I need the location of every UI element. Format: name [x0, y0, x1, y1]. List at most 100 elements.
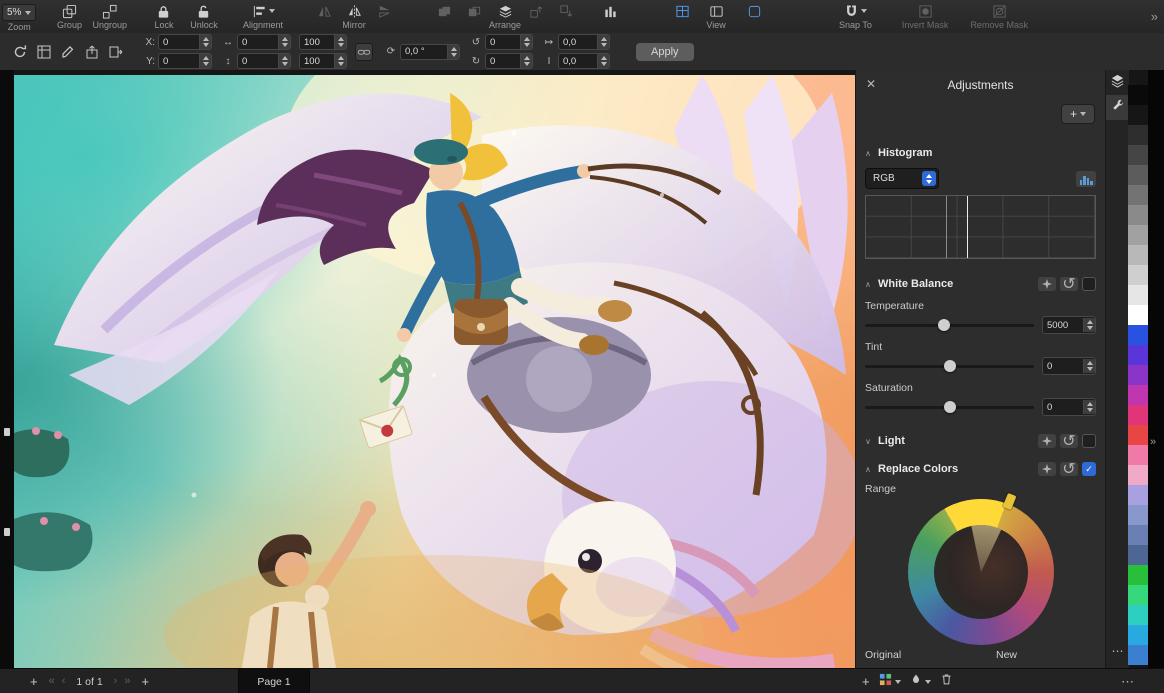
lock-button[interactable]: Lock	[149, 0, 179, 30]
auto-adjust-button[interactable]	[1038, 277, 1056, 291]
apply-button[interactable]: Apply	[636, 43, 694, 61]
stepper-icon[interactable]	[597, 54, 609, 68]
stepper-icon[interactable]	[1083, 400, 1095, 414]
skew-h-input[interactable]: 0,0	[558, 34, 610, 50]
auto-adjust-button[interactable]	[1038, 434, 1056, 448]
panel-more-button[interactable]: ⋯	[1106, 644, 1129, 658]
width-input[interactable]: 0	[237, 34, 291, 50]
channel-dropdown[interactable]: RGB	[865, 168, 939, 189]
color-swatch[interactable]	[1128, 365, 1148, 385]
add-adjustment-button[interactable]: +	[1061, 104, 1095, 124]
skew-v-input[interactable]: 0,0	[558, 53, 610, 69]
stepper-icon[interactable]	[1083, 359, 1095, 373]
replace-colors-checkbox[interactable]: ✓	[1082, 462, 1096, 476]
auto-adjust-button[interactable]	[1038, 462, 1056, 476]
color-swatch[interactable]	[1128, 485, 1148, 505]
tint-input[interactable]: 0	[1042, 357, 1096, 375]
export-button[interactable]	[104, 42, 128, 62]
section-histogram[interactable]: ∧ Histogram	[856, 144, 1105, 162]
stepper-icon[interactable]	[278, 54, 290, 68]
snap-to-button[interactable]: Snap To	[839, 0, 872, 30]
add-page-button[interactable]: +	[30, 675, 38, 688]
color-swatch[interactable]	[1128, 265, 1148, 285]
palette-picker-dropdown[interactable]	[879, 673, 901, 691]
disclosure-chevron-icon[interactable]: ∧	[865, 149, 878, 158]
color-swatch[interactable]	[1128, 565, 1148, 585]
section-replace-colors[interactable]: ∧ Replace Colors ↺ ✓	[856, 460, 1105, 478]
group-button[interactable]: Group	[54, 0, 84, 30]
rotate-ccw-button[interactable]	[8, 42, 32, 62]
slider-thumb[interactable]	[944, 401, 956, 413]
color-swatch[interactable]	[1128, 165, 1148, 185]
stepper-icon[interactable]	[199, 54, 211, 68]
color-swatch[interactable]	[1128, 445, 1148, 465]
stepper-icon[interactable]	[597, 35, 609, 49]
color-swatch[interactable]	[1128, 185, 1148, 205]
zoom-control[interactable]: 5% Zoom	[2, 0, 36, 32]
last-page-button[interactable]: »	[124, 676, 130, 687]
boolean-union-button[interactable]	[429, 0, 459, 19]
color-swatch[interactable]	[1128, 285, 1148, 305]
pen-tool-button[interactable]	[56, 42, 80, 62]
color-swatch[interactable]	[1128, 505, 1148, 525]
delete-swatch-button[interactable]	[940, 672, 953, 691]
disclosure-chevron-icon[interactable]: ∧	[865, 280, 878, 289]
color-wheel[interactable]	[908, 499, 1054, 645]
next-page-button[interactable]: ›	[114, 676, 118, 687]
zoom-dropdown[interactable]: 5%	[2, 4, 36, 21]
color-swatch[interactable]	[1128, 645, 1148, 665]
stepper-icon[interactable]	[278, 35, 290, 49]
mirror-button[interactable]: Mirror	[339, 0, 369, 30]
color-swatch[interactable]	[1128, 125, 1148, 145]
alignment-button[interactable]: Alignment	[243, 0, 283, 30]
reset-button[interactable]: ↺	[1060, 434, 1078, 448]
canvas[interactable]	[14, 75, 855, 668]
temperature-input[interactable]: 5000	[1042, 316, 1096, 334]
height-input[interactable]: 0	[237, 53, 291, 69]
stepper-icon[interactable]	[520, 54, 532, 68]
pages-more-button[interactable]: ⋯	[1121, 669, 1134, 693]
color-swatch[interactable]	[1128, 85, 1148, 105]
white-balance-checkbox[interactable]	[1082, 277, 1096, 291]
reset-button[interactable]: ↺	[1060, 277, 1078, 291]
slider-thumb[interactable]	[944, 360, 956, 372]
color-swatch[interactable]	[1128, 245, 1148, 265]
color-swatch[interactable]	[1128, 425, 1148, 445]
prev-page-button[interactable]: ‹	[62, 676, 66, 687]
temperature-slider[interactable]	[865, 324, 1034, 327]
disclosure-chevron-icon[interactable]: ∨	[865, 437, 878, 446]
stepper-icon[interactable]	[520, 35, 532, 49]
color-swatch[interactable]	[1128, 145, 1148, 165]
color-swatch[interactable]	[1128, 325, 1148, 345]
color-swatch[interactable]	[1128, 105, 1148, 125]
color-swatch[interactable]	[1128, 625, 1148, 645]
ungroup-button[interactable]: Ungroup	[92, 0, 127, 30]
stepper-icon[interactable]	[334, 35, 346, 49]
share-button[interactable]	[80, 42, 104, 62]
reset-button[interactable]: ↺	[1060, 462, 1078, 476]
saturation-input[interactable]: 0	[1042, 398, 1096, 416]
scale-h-input[interactable]: 100	[299, 53, 347, 69]
arrange-button[interactable]: Arrange	[489, 0, 521, 30]
section-light[interactable]: ∨ Light ↺	[856, 432, 1105, 450]
columns-button[interactable]	[595, 0, 625, 19]
color-swatch[interactable]	[1128, 405, 1148, 425]
first-page-button[interactable]: «	[49, 676, 55, 687]
toolbar-overflow-button[interactable]: »	[1151, 9, 1157, 24]
scale-w-input[interactable]: 100	[299, 34, 347, 50]
layers-tab[interactable]	[1106, 70, 1129, 95]
stepper-icon[interactable]	[334, 54, 346, 68]
palette-overflow-button[interactable]: »	[1150, 436, 1155, 448]
grid-settings-button[interactable]	[32, 42, 56, 62]
y-input[interactable]: 0	[158, 53, 212, 69]
flip-horizontal-button[interactable]	[309, 0, 339, 19]
x-input[interactable]: 0	[158, 34, 212, 50]
color-swatch[interactable]	[1128, 225, 1148, 245]
color-swatch[interactable]	[1128, 585, 1148, 605]
swatch-style-dropdown[interactable]	[910, 673, 931, 691]
page-tab[interactable]: Page 1	[238, 669, 310, 693]
view-button[interactable]: View	[701, 0, 731, 30]
boolean-subtract-button[interactable]	[459, 0, 489, 19]
stepper-icon[interactable]	[1083, 318, 1095, 332]
insert-page-button[interactable]: +	[141, 675, 149, 688]
